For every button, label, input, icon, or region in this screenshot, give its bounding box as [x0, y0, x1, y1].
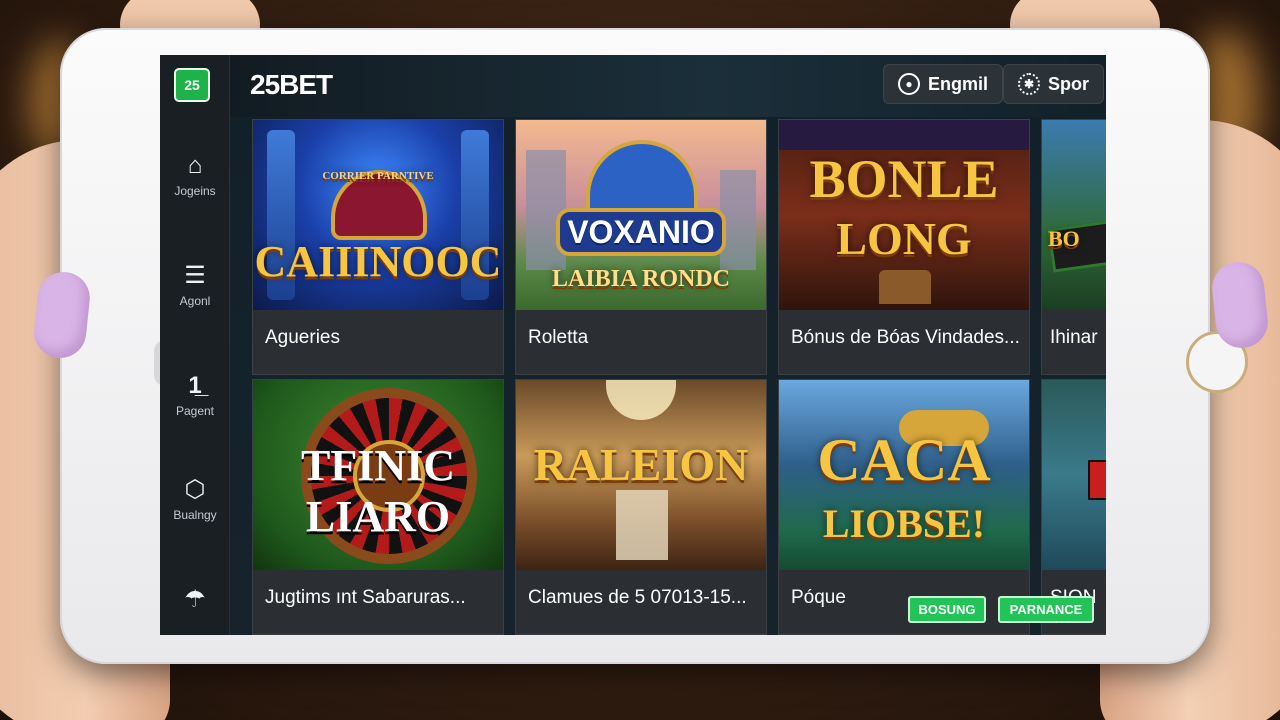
brand-title: 25BET: [250, 69, 333, 100]
sidebar-item-network[interactable]: ☂: [160, 587, 230, 613]
wifi-icon: ☂: [184, 586, 206, 613]
menu-icon: ☰: [184, 262, 206, 289]
gear-icon: ✱: [1018, 73, 1040, 95]
language-label: Engmil: [928, 73, 989, 94]
game-art-title: RALEION: [533, 439, 749, 490]
game-caption: Clamues de 5 07013-15...: [528, 587, 747, 608]
game-art-title: CAIIINOOC: [254, 237, 502, 286]
game-tile[interactable]: CACA LIOBSE! Póque: [778, 379, 1030, 635]
game-art: CACA LIOBSE!: [779, 380, 1029, 570]
sidebar-item-pagent[interactable]: 1̲ Pagent: [160, 372, 230, 419]
user-icon: 1̲: [188, 372, 202, 399]
globe-icon: ●: [898, 73, 920, 95]
game-caption: Agueries: [265, 327, 340, 348]
game-art-title: TFINIC LIARO: [300, 441, 456, 541]
tablet-screen: 25 ⌂ Jogeins ☰ Agonl 1̲ Pagent ⬡ Bualngy…: [160, 55, 1106, 635]
game-art-title: VOXANIO: [567, 214, 715, 250]
game-art: TFINIC LIARO: [253, 380, 503, 570]
sidebar-item-agonl[interactable]: ☰ Agonl: [160, 262, 230, 309]
sidebar-item-label: Bualngy: [173, 508, 217, 522]
sport-label: Spor: [1048, 73, 1090, 94]
sidebar-item-label: Jogeins: [174, 184, 216, 198]
game-tile[interactable]: CORRIER PARNTIVE CAIIINOOC Agueries: [252, 119, 504, 375]
game-art-subtitle: LAIBIA RONDC: [551, 266, 731, 292]
game-art: BONLE LONG: [779, 120, 1029, 310]
game-art-subtitle: CORRIER PARNTIVE: [322, 170, 434, 182]
game-art-title: BO: [1048, 226, 1080, 251]
game-art-title: BONLE: [809, 149, 999, 209]
game-caption: Jugtims ınt Sabaruras...: [265, 587, 466, 608]
game-caption: Roletta: [528, 327, 589, 348]
language-button[interactable]: ● Engmil: [883, 64, 1004, 104]
sidebar-item-label: Agonl: [179, 294, 211, 308]
sidebar: 25 ⌂ Jogeins ☰ Agonl 1̲ Pagent ⬡ Bualngy…: [160, 55, 230, 635]
game-tile[interactable]: BO Ihinar: [1041, 119, 1106, 375]
game-tile[interactable]: BONLE LONG Bónus de Bóas Vindades...: [778, 119, 1030, 375]
sidebar-item-label: Pagent: [175, 404, 215, 418]
top-bar: 25BET ● Engmil ✱ Spor: [230, 55, 1106, 117]
game-art: VOXANIO LAIBIA RONDC: [516, 120, 766, 310]
sidebar-item-bualngy[interactable]: ⬡ Bualngy: [160, 476, 230, 523]
game-tile[interactable]: VOXANIO LAIBIA RONDC Roletta: [515, 119, 767, 375]
app-logo[interactable]: 25: [174, 68, 210, 102]
game-caption: Bónus de Bóas Vindades...: [791, 327, 1020, 348]
game-art: [1042, 380, 1106, 570]
game-caption: Póque: [791, 587, 846, 608]
game-art-subtitle: LIOBSE!: [822, 501, 986, 546]
parnance-button[interactable]: PARNANCE: [998, 596, 1094, 623]
shield-icon: ⬡: [184, 476, 206, 503]
game-art: RALEION: [516, 380, 766, 570]
game-art: CORRIER PARNTIVE CAIIINOOC: [253, 120, 503, 310]
home-icon: ⌂: [187, 152, 203, 179]
sport-button[interactable]: ✱ Spor: [1003, 64, 1105, 104]
game-art-title: CACA: [817, 427, 991, 493]
game-caption: Ihinar: [1050, 327, 1098, 348]
bonus-button[interactable]: BOSUNG: [908, 596, 986, 623]
sidebar-item-games[interactable]: ⌂ Jogeins: [160, 152, 230, 199]
game-tile[interactable]: RALEION Clamues de 5 07013-15...: [515, 379, 767, 635]
game-art: BO: [1042, 120, 1106, 310]
game-tile[interactable]: TFINIC LIARO Jugtims ınt Sabaruras...: [252, 379, 504, 635]
game-art-subtitle: LONG: [836, 213, 972, 264]
